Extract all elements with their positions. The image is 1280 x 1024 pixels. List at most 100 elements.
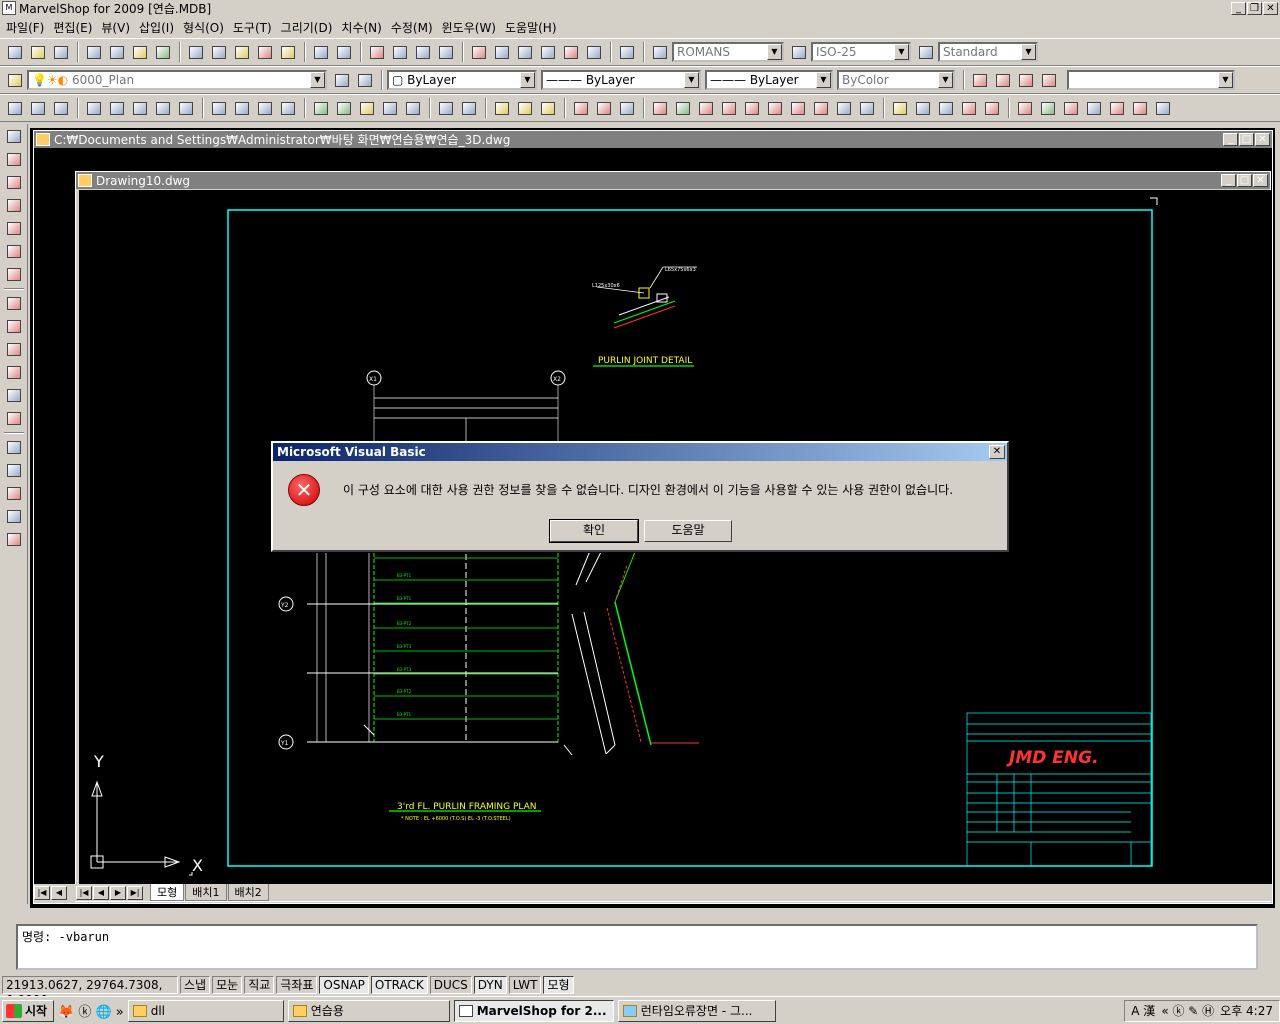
task-dll[interactable]: dll xyxy=(127,999,284,1022)
view-tile-icon[interactable] xyxy=(969,70,990,91)
rotate-tool-icon[interactable] xyxy=(83,98,104,119)
drawing-window-inner-titlebar[interactable]: Drawing10.dwg _ □ ✕ xyxy=(76,172,1270,189)
coordinates-readout[interactable]: 21913.0627, 29764.7308, 0.0000 xyxy=(2,975,178,1007)
print-preview-icon[interactable] xyxy=(106,42,127,63)
triangle-icon[interactable] xyxy=(1060,98,1081,119)
view-front-icon[interactable] xyxy=(570,98,591,119)
close-button[interactable]: ✕ xyxy=(1263,1,1278,15)
ortho-toggle[interactable]: 직교 xyxy=(244,975,275,994)
menu-window[interactable]: 윈도우(W) xyxy=(442,19,502,36)
cylinder-3d-icon[interactable] xyxy=(3,241,24,262)
fly-icon[interactable] xyxy=(3,506,24,527)
layer-manager-icon[interactable] xyxy=(4,70,25,91)
cut-icon[interactable] xyxy=(185,42,206,63)
menu-tools[interactable]: 도구(T) xyxy=(233,19,278,36)
plate-tool-icon[interactable] xyxy=(208,98,229,119)
outer-close-button[interactable]: ✕ xyxy=(1255,133,1270,146)
restore-button[interactable]: ❐ xyxy=(1247,1,1262,15)
text-tool-icon[interactable] xyxy=(27,98,48,119)
window-icon[interactable] xyxy=(810,98,831,119)
text-style-icon[interactable] xyxy=(649,42,670,63)
grid-tool-icon[interactable] xyxy=(277,98,298,119)
drop-icon[interactable] xyxy=(672,98,693,119)
view-side-icon[interactable] xyxy=(616,98,637,119)
calculator-icon[interactable] xyxy=(583,42,604,63)
tray-icons[interactable]: « ⓚ ✎ Ⓗ xyxy=(1161,1002,1214,1019)
start-button[interactable]: 시작 xyxy=(2,999,54,1022)
publish-web-icon[interactable] xyxy=(152,42,173,63)
tab-model[interactable]: 모형 xyxy=(150,884,185,901)
layer-select[interactable]: 💡☀◐ 6000_Plan ▼ xyxy=(27,70,327,90)
drawing-window-outer-titlebar[interactable]: C:₩Documents and Settings₩Administrator₩… xyxy=(34,131,1272,148)
render-icon[interactable] xyxy=(3,385,24,406)
column-grid-icon[interactable] xyxy=(1129,98,1150,119)
member-list-icon[interactable] xyxy=(310,98,331,119)
sheet-set-icon[interactable] xyxy=(537,42,558,63)
rectangle-icon[interactable] xyxy=(787,98,808,119)
beam-tool-icon[interactable] xyxy=(50,98,71,119)
help-icon[interactable] xyxy=(616,42,637,63)
lineweight-select[interactable]: ——— ByLayer ▼ xyxy=(705,70,833,90)
revolve-icon[interactable] xyxy=(3,316,24,337)
menu-draw[interactable]: 그리기(D) xyxy=(281,19,339,36)
box-3d-icon[interactable] xyxy=(3,149,24,170)
torus-3d-icon[interactable] xyxy=(3,264,24,285)
zoom-icon[interactable] xyxy=(3,460,24,481)
line-tool-icon[interactable] xyxy=(4,98,25,119)
animation-icon[interactable] xyxy=(3,529,24,550)
zoom-realtime-icon[interactable] xyxy=(389,42,410,63)
view-stack-icon[interactable] xyxy=(1038,70,1059,91)
hatch-icon[interactable] xyxy=(1106,98,1127,119)
linetype-select[interactable]: ——— ByLayer ▼ xyxy=(541,70,701,90)
column-tool-icon[interactable] xyxy=(106,98,127,119)
light-icon[interactable] xyxy=(491,98,512,119)
lwt-toggle[interactable]: LWT xyxy=(508,975,542,994)
bolt-tool-icon[interactable] xyxy=(231,98,252,119)
rotate3d-icon[interactable] xyxy=(935,98,956,119)
prev-tab-button[interactable]: ◀ xyxy=(51,885,67,900)
zoom-window-icon[interactable] xyxy=(412,42,433,63)
layer-state-icon[interactable] xyxy=(514,98,535,119)
ducs-toggle[interactable]: DUCS xyxy=(429,975,472,994)
camera-icon[interactable] xyxy=(3,126,24,147)
menu-format[interactable]: 형식(O) xyxy=(183,19,230,36)
scroll-last-button[interactable]: ▶| xyxy=(127,885,143,900)
color-select[interactable]: ▢ ByLayer ▼ xyxy=(387,70,537,90)
sphere-3d-icon[interactable] xyxy=(3,218,24,239)
pencil-icon[interactable] xyxy=(889,98,910,119)
menu-edit[interactable]: 편집(E) xyxy=(53,19,98,36)
brace-tool-icon[interactable] xyxy=(175,98,196,119)
inner-maximize-button[interactable]: □ xyxy=(1237,174,1252,187)
paste-icon[interactable] xyxy=(231,42,252,63)
tool-palettes-icon[interactable] xyxy=(514,42,535,63)
print-icon[interactable] xyxy=(83,42,104,63)
task-paint[interactable]: 런타임오류장면 - 그... xyxy=(617,999,776,1022)
report-icon[interactable] xyxy=(435,98,456,119)
publish-icon[interactable] xyxy=(129,42,150,63)
bulb-icon[interactable] xyxy=(537,98,558,119)
grid-toggle[interactable]: 모눈 xyxy=(212,975,243,994)
connection-icon[interactable] xyxy=(333,98,354,119)
otrack-toggle[interactable]: OTRACK xyxy=(370,975,428,994)
osnap-toggle[interactable]: OSNAP xyxy=(319,975,369,994)
table-style-select[interactable]: Standard ▼ xyxy=(938,42,1038,62)
wedge-3d-icon[interactable] xyxy=(3,172,24,193)
redo-icon[interactable] xyxy=(333,42,354,63)
section-icon[interactable] xyxy=(649,98,670,119)
quick-launch-icons[interactable]: 🦊 ⓚ 🌐 » xyxy=(58,1001,124,1020)
layer-previous-icon[interactable] xyxy=(354,70,375,91)
snap-toggle[interactable]: 스냅 xyxy=(180,975,211,994)
marvel-help-icon[interactable] xyxy=(402,98,423,119)
cone-3d-icon[interactable] xyxy=(3,195,24,216)
dim-style-select[interactable]: ISO-25 ▼ xyxy=(811,42,911,62)
help-button[interactable]: 도움말 xyxy=(644,520,732,542)
tab-layout2[interactable]: 배치2 xyxy=(227,884,269,901)
zoom-previous-icon[interactable] xyxy=(435,42,456,63)
scroll-prev-button[interactable]: ◀ xyxy=(93,885,109,900)
weld-tool-icon[interactable] xyxy=(254,98,275,119)
marvel-icon[interactable] xyxy=(379,98,400,119)
ok-button[interactable]: 확인 xyxy=(549,519,639,543)
dim-icon[interactable] xyxy=(912,98,933,119)
tab-layout1[interactable]: 배치1 xyxy=(185,884,227,901)
copy-icon[interactable] xyxy=(208,42,229,63)
